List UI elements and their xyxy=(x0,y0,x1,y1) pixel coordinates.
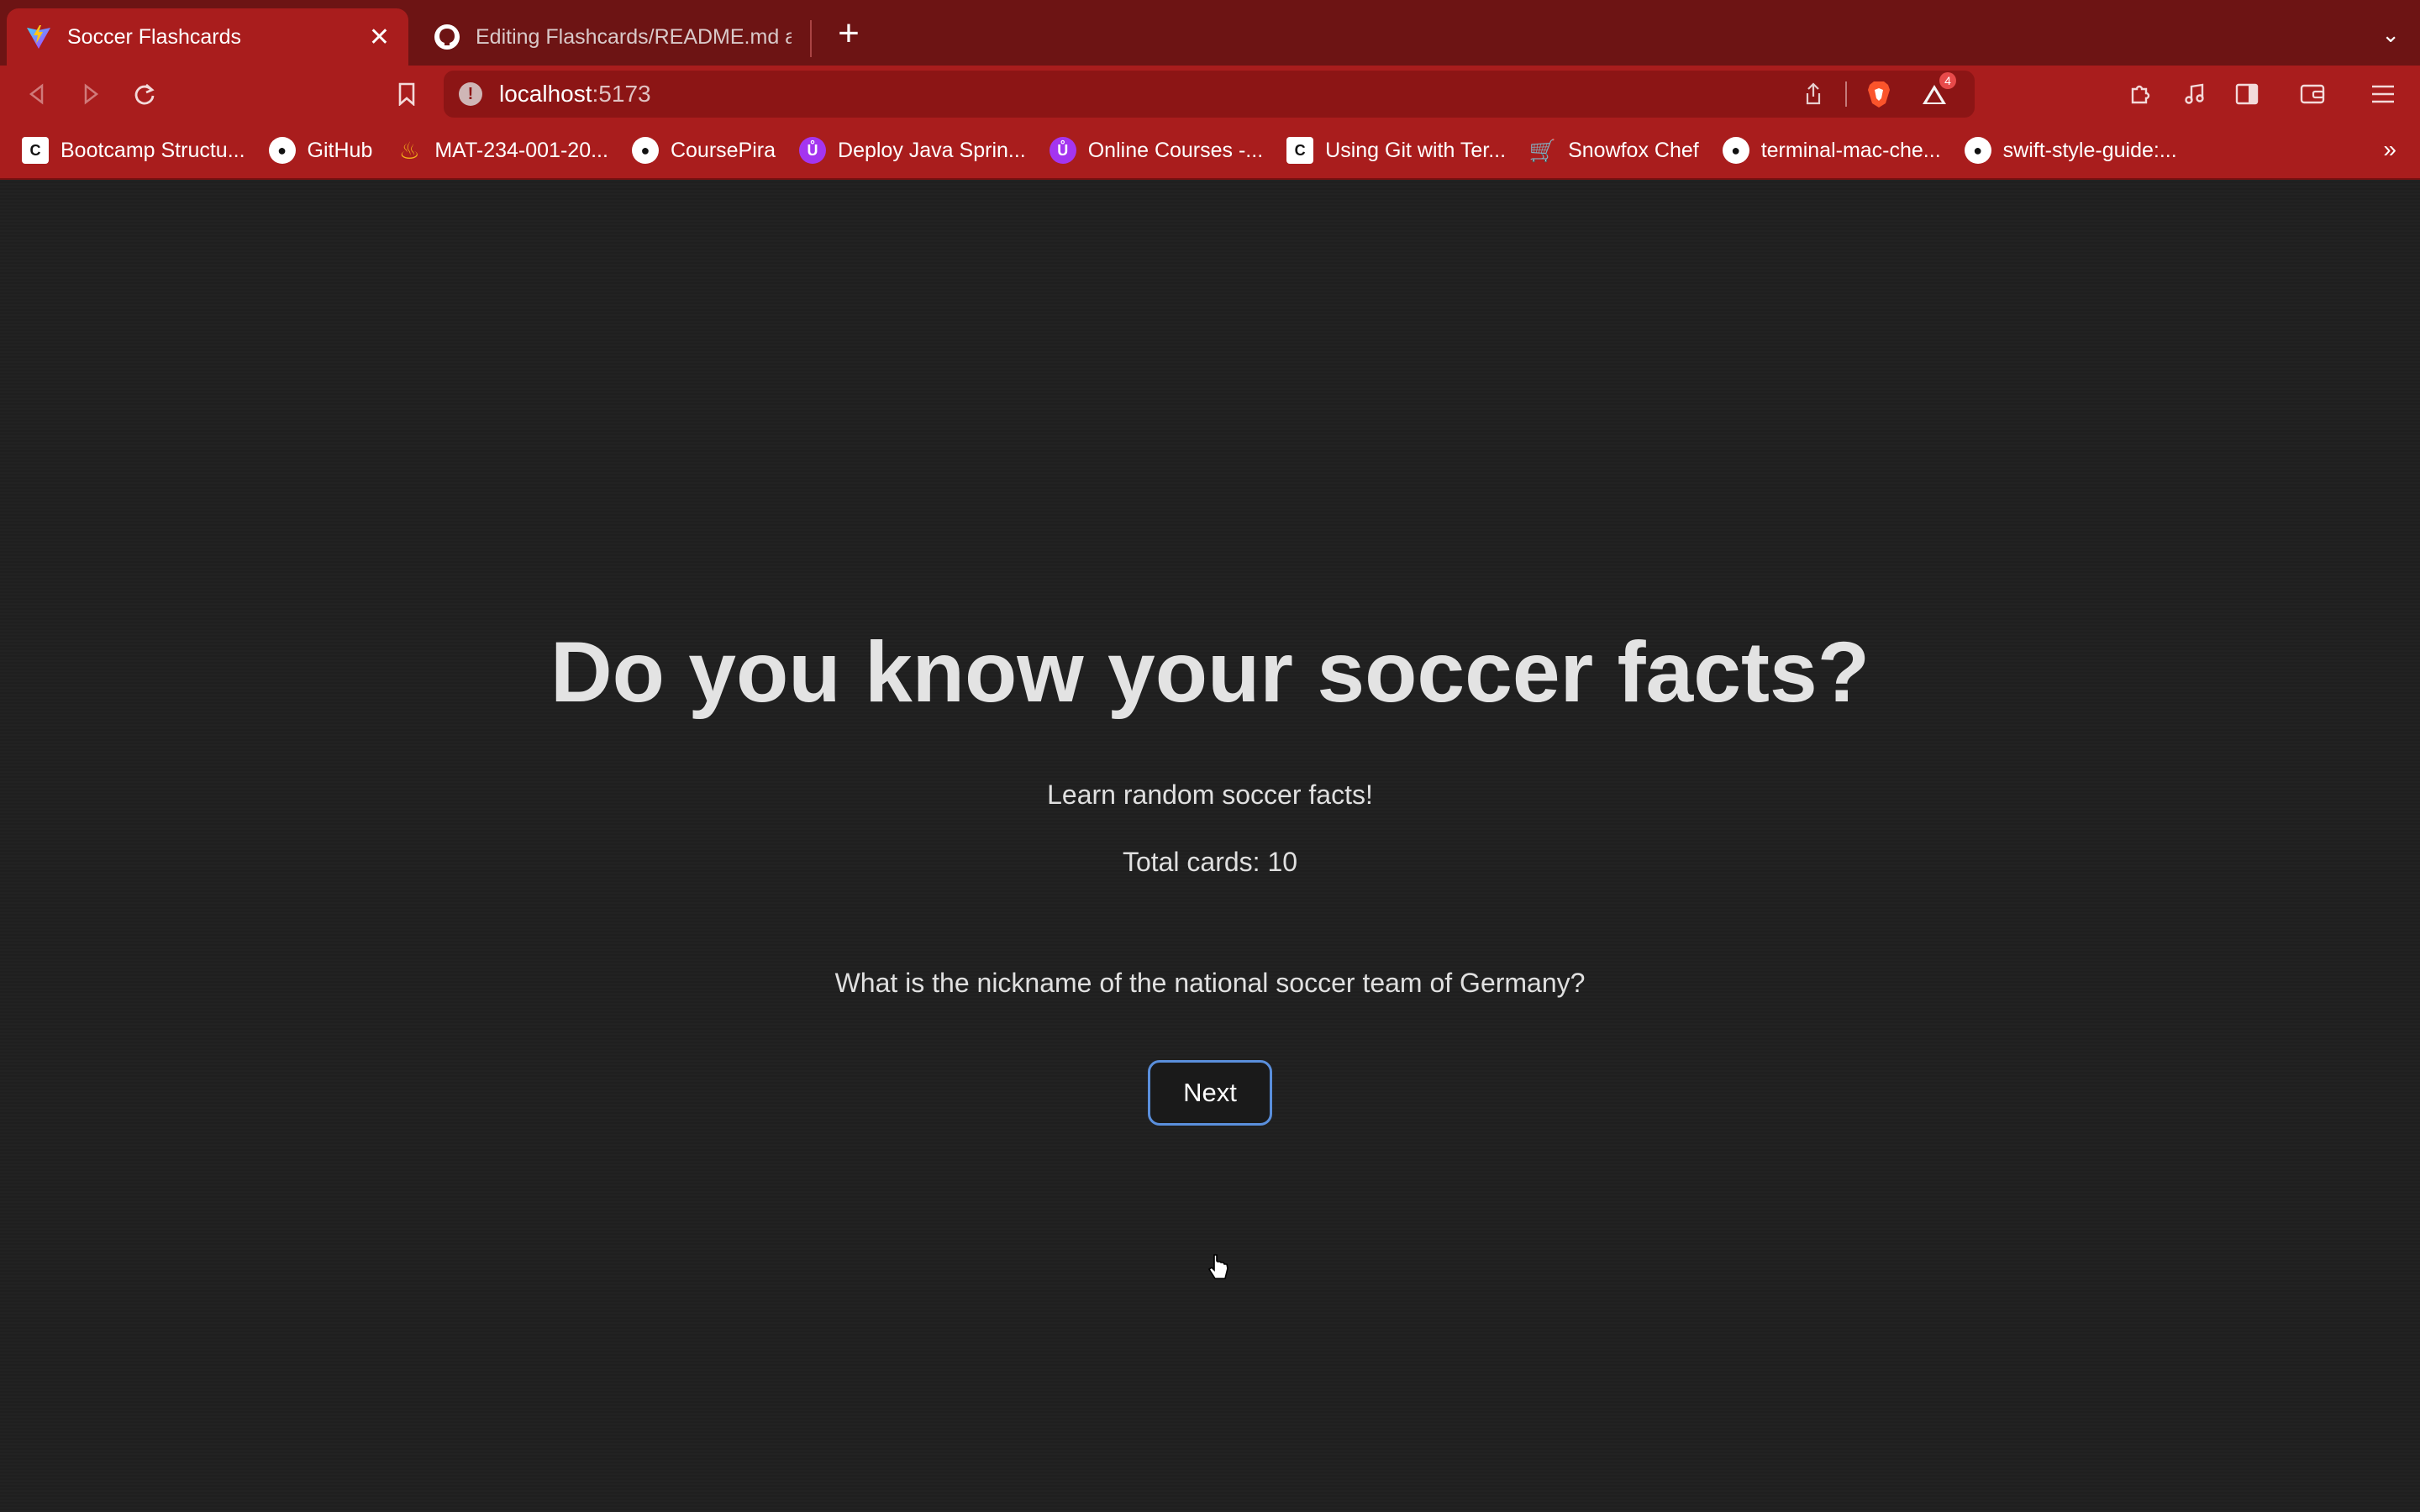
github-icon: ● xyxy=(268,137,296,164)
bookmark-label: Bootcamp Structu... xyxy=(60,138,245,162)
media-music-icon[interactable] xyxy=(2178,77,2212,111)
codepath-icon: C xyxy=(22,137,49,164)
bookmark-label: CoursePira xyxy=(670,138,776,162)
bookmark-label: swift-style-guide:... xyxy=(2002,138,2177,162)
back-icon[interactable] xyxy=(20,77,54,111)
bookmark-item[interactable]: ● terminal-mac-che... xyxy=(1722,137,1941,164)
bookmark-label: MAT-234-001-20... xyxy=(434,138,608,162)
next-button[interactable]: Next xyxy=(1148,1060,1272,1126)
bookmark-label: terminal-mac-che... xyxy=(1760,138,1941,162)
github-icon: ● xyxy=(631,137,659,164)
url-port: :5173 xyxy=(592,81,651,107)
tab-title: Editing Flashcards/README.md at n xyxy=(476,24,792,49)
url-text[interactable]: localhost:5173 xyxy=(499,81,651,108)
udemy-icon: Ů xyxy=(799,137,827,164)
bookmark-item[interactable]: ● GitHub xyxy=(268,137,373,164)
address-bar[interactable]: ! localhost:5173 4 xyxy=(444,71,1975,118)
brave-shields-icon[interactable] xyxy=(1862,77,1896,111)
url-host: localhost xyxy=(499,81,592,107)
vite-logo-icon xyxy=(27,25,50,49)
brave-rewards-icon[interactable]: 4 xyxy=(1918,72,1956,111)
sidebar-icon[interactable] xyxy=(2230,77,2264,111)
tab-strip: Soccer Flashcards ✕ Editing Flashcards/R… xyxy=(0,0,2420,66)
bookmark-label: Using Git with Ter... xyxy=(1325,138,1507,162)
bookmark-item[interactable]: C Bootcamp Structu... xyxy=(22,137,245,164)
flame-icon: ♨ xyxy=(398,137,420,164)
share-icon[interactable] xyxy=(1797,77,1830,111)
bookmark-item[interactable]: 🛒 Snowfox Chef xyxy=(1529,137,1699,164)
tab-divider xyxy=(810,20,812,57)
bookmark-label: Snowfox Chef xyxy=(1568,138,1699,162)
bookmark-item[interactable]: Ů Deploy Java Sprin... xyxy=(799,137,1026,164)
bookmark-label: Online Courses -... xyxy=(1087,138,1264,162)
flashcard-question[interactable]: What is the nickname of the national soc… xyxy=(0,968,2420,999)
tab-soccer-flashcards[interactable]: Soccer Flashcards ✕ xyxy=(7,8,408,66)
github-icon xyxy=(434,24,460,50)
tab-title: Soccer Flashcards xyxy=(67,24,242,49)
address-divider xyxy=(1845,81,1847,107)
bookmark-icon[interactable] xyxy=(390,77,424,111)
codepath-icon: C xyxy=(1286,137,1314,164)
browser-window: Soccer Flashcards ✕ Editing Flashcards/R… xyxy=(0,0,2420,1512)
cart-icon: 🛒 xyxy=(1528,137,1557,163)
rewards-badge: 4 xyxy=(1939,72,1956,89)
wallet-icon[interactable] xyxy=(2296,77,2329,111)
address-bar-actions: 4 xyxy=(1797,71,1975,118)
bookmark-item[interactable]: Ů Online Courses -... xyxy=(1049,137,1264,164)
close-tab-icon[interactable]: ✕ xyxy=(369,23,390,52)
udemy-icon: Ů xyxy=(1049,137,1076,164)
bookmark-item[interactable]: ● CoursePira xyxy=(631,137,776,164)
page-subtitle: Learn random soccer facts! xyxy=(1047,780,1373,810)
forward-icon[interactable] xyxy=(74,77,108,111)
extensions-icon[interactable] xyxy=(2123,77,2156,111)
tab-list-chevron-icon[interactable]: ⌄ xyxy=(2381,22,2400,48)
bookmark-item[interactable]: ♨ MAT-234-001-20... xyxy=(396,137,608,164)
page-title: Do you know your soccer facts? xyxy=(550,624,1870,720)
bookmark-label: GitHub xyxy=(307,138,373,162)
page-content: Do you know your soccer facts? Learn ran… xyxy=(0,180,2420,1512)
github-icon: ● xyxy=(1964,137,1991,164)
new-tab-button[interactable]: + xyxy=(832,15,865,52)
total-cards-count: Total cards: 10 xyxy=(1122,847,1298,877)
pointer-cursor-icon xyxy=(1207,1254,1228,1279)
bookmark-item[interactable]: ● swift-style-guide:... xyxy=(1964,137,2177,164)
reload-icon[interactable] xyxy=(128,77,161,111)
site-info-icon[interactable]: ! xyxy=(459,82,482,106)
bookmarks-bar: C Bootcamp Structu... ● GitHub ♨ MAT-234-00… xyxy=(0,123,2420,180)
menu-hamburger-icon[interactable] xyxy=(2366,77,2400,111)
bookmark-item[interactable]: C Using Git with Ter... xyxy=(1286,137,1506,164)
tab-editing-readme[interactable]: Editing Flashcards/README.md at n xyxy=(415,8,810,66)
github-icon: ● xyxy=(1722,137,1749,164)
bookmark-label: Deploy Java Sprin... xyxy=(838,138,1026,162)
more-bookmarks-icon[interactable]: » xyxy=(2383,136,2396,163)
